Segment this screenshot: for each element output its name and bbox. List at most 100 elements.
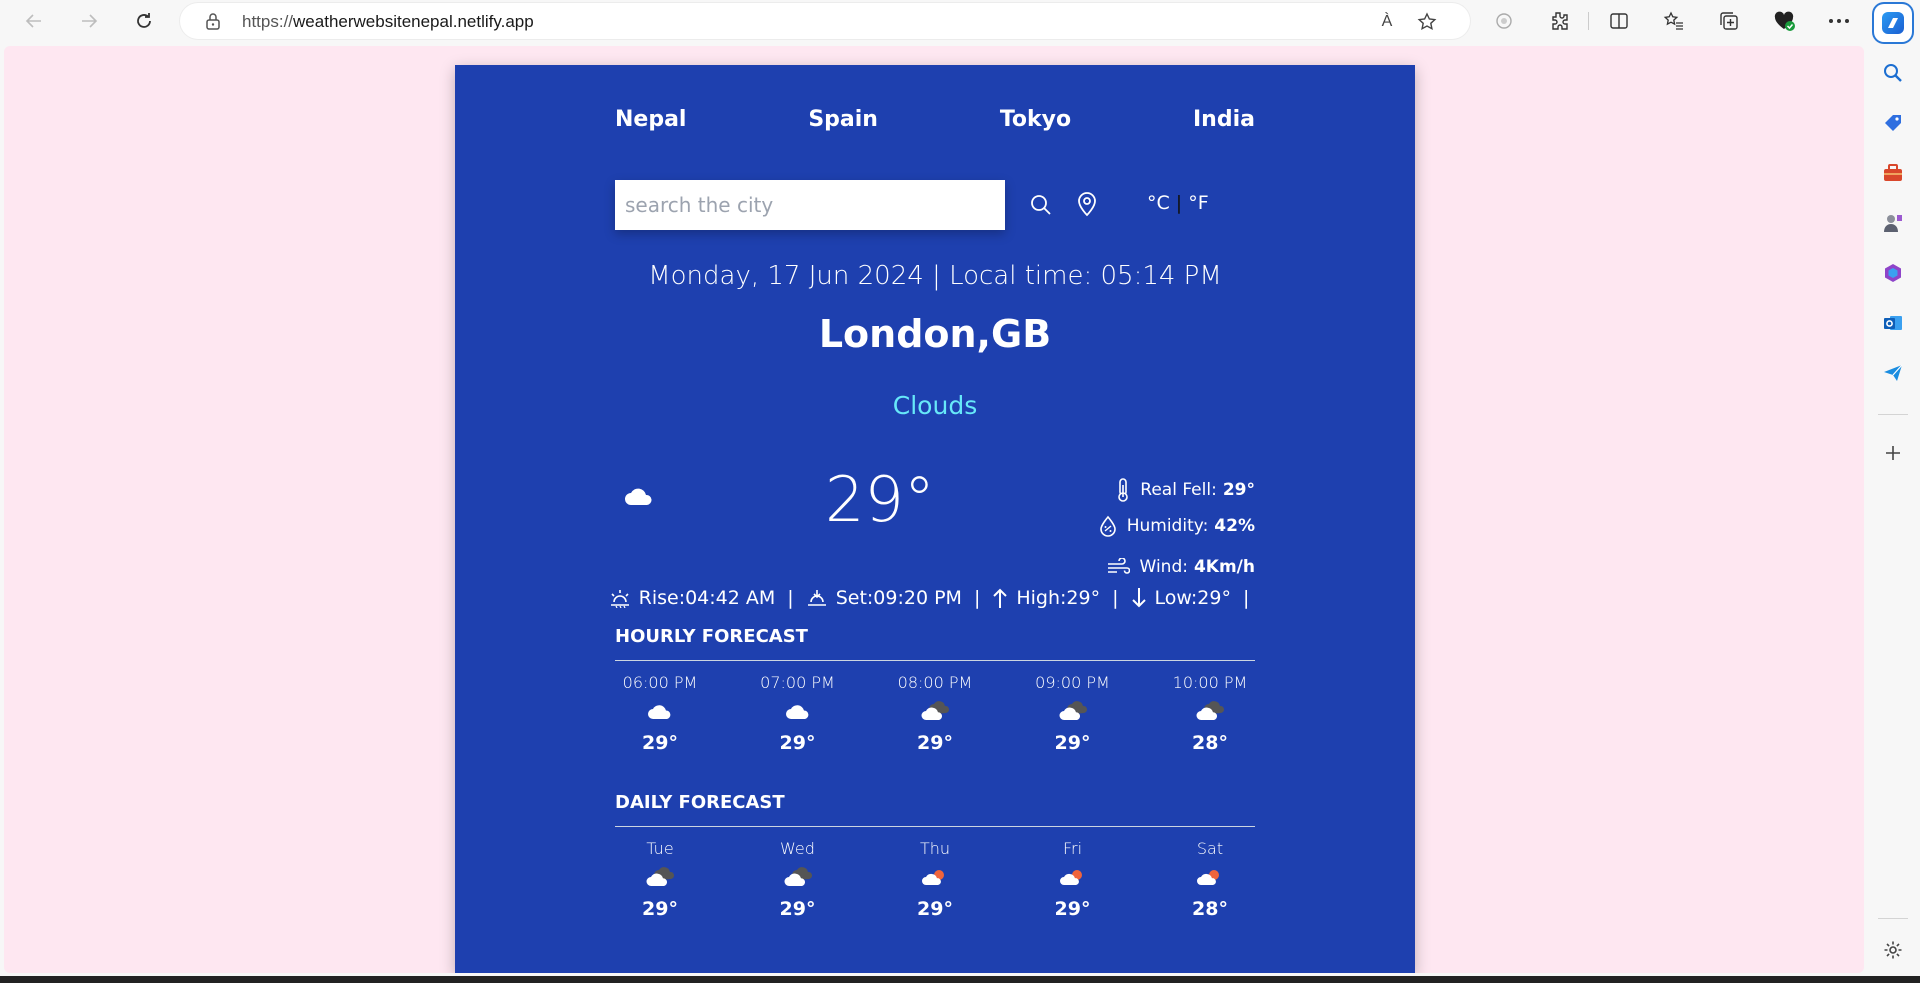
broken-clouds-icon <box>753 858 843 898</box>
separator: | <box>973 587 981 609</box>
tracking-prevention-icon[interactable] <box>1492 10 1516 32</box>
unit-separator: | <box>1175 192 1183 214</box>
daily-forecast-label: Thu <box>919 839 951 858</box>
hourly-forecast-temp: 28° <box>1192 732 1228 754</box>
hourly-forecast-temp: 29° <box>917 732 953 754</box>
taskbar-edge <box>0 976 1920 983</box>
thermometer-icon <box>1118 478 1129 502</box>
back-button[interactable] <box>20 8 48 34</box>
daily-forecast-item: Fri 29° <box>1028 839 1118 920</box>
browser-essentials-icon[interactable] <box>1772 10 1796 32</box>
wind-icon <box>1107 558 1130 574</box>
hourly-forecast-label: 10:00 PM <box>1172 673 1248 692</box>
daily-forecast-temp: 29° <box>779 898 816 920</box>
cloud-icon <box>625 488 652 505</box>
sunrise-text: Rise:04:42 AM <box>638 587 776 609</box>
hourly-forecast-title: HOURLY FORECAST <box>615 626 808 647</box>
separator: | <box>1242 587 1250 609</box>
sidebar-shopping-icon[interactable] <box>1880 110 1906 136</box>
city-search-input[interactable] <box>615 180 1005 230</box>
refresh-button[interactable] <box>130 8 158 34</box>
city-button-nepal[interactable]: Nepal <box>615 107 686 132</box>
location-pin-icon[interactable] <box>1075 191 1099 217</box>
extensions-icon[interactable] <box>1547 10 1571 32</box>
favorites-icon[interactable] <box>1662 10 1686 32</box>
split-screen-icon[interactable] <box>1607 10 1631 32</box>
sidebar-settings-icon[interactable] <box>1880 937 1906 963</box>
search-icon[interactable] <box>1029 193 1053 217</box>
sidebar-send-icon[interactable] <box>1880 360 1906 386</box>
sunrise-icon <box>610 590 629 608</box>
current-temperature: 29° <box>825 463 935 536</box>
hourly-divider <box>615 660 1255 661</box>
broken-clouds-icon <box>1028 692 1118 732</box>
more-menu-icon[interactable] <box>1827 10 1851 32</box>
daily-forecast-temp: 28° <box>1192 898 1228 920</box>
hourly-forecast-temp: 29° <box>779 732 816 754</box>
separator: | <box>787 587 794 609</box>
sidebar-outlook-icon[interactable] <box>1880 310 1906 336</box>
forward-button[interactable] <box>75 8 103 34</box>
humidity-value: 42% <box>1214 516 1255 536</box>
low-temp-item: Low:29° <box>1131 587 1231 609</box>
daily-forecast-item: Tue 29° <box>615 839 705 920</box>
browser-toolbar: https://weatherwebsitenepal.netlify.app … <box>0 0 1920 42</box>
cloud-icon <box>753 692 843 732</box>
weather-card: Nepal Spain Tokyo India °C|°F Monday, 17… <box>455 65 1415 973</box>
arrow-down-icon <box>1131 588 1146 608</box>
cloud-icon <box>615 692 705 732</box>
wind-value: 4Km/h <box>1193 557 1255 577</box>
hourly-forecast-temp: 29° <box>1054 732 1091 754</box>
weather-condition: Clouds <box>892 391 978 420</box>
high-temp-text: High:29° <box>1016 587 1101 609</box>
daily-forecast-label: Sat <box>1196 839 1224 858</box>
daily-forecast-temp: 29° <box>917 898 953 920</box>
daily-forecast-label: Fri <box>1062 839 1083 858</box>
sunset-text: Set:09:20 PM <box>835 587 962 609</box>
broken-clouds-icon <box>890 692 980 732</box>
sidebar-search-icon[interactable] <box>1880 60 1906 86</box>
copilot-button[interactable] <box>1874 4 1912 42</box>
page-viewport: Nepal Spain Tokyo India °C|°F Monday, 17… <box>4 46 1864 973</box>
collections-icon[interactable] <box>1717 10 1741 32</box>
lock-icon[interactable] <box>204 12 222 30</box>
arrow-up-icon <box>993 588 1008 608</box>
fahrenheit-button[interactable]: °F <box>1188 192 1208 214</box>
few-clouds-sun-icon <box>1165 858 1255 898</box>
separator: | <box>1112 587 1119 609</box>
sidebar-tools-icon[interactable] <box>1880 160 1906 186</box>
sunset-item: Set:09:20 PM <box>806 587 962 609</box>
refresh-icon <box>137 13 151 28</box>
sidebar-add-icon[interactable] <box>1880 440 1906 466</box>
real-feel-label: Real Fell: <box>1140 480 1217 500</box>
city-button-spain[interactable]: Spain <box>808 107 878 132</box>
hourly-forecast-label: 07:00 PM <box>760 673 835 692</box>
favorite-star-icon[interactable] <box>1416 11 1438 33</box>
city-button-india[interactable]: India <box>1193 107 1255 132</box>
address-bar[interactable]: https://weatherwebsitenepal.netlify.app … <box>180 3 1470 39</box>
edge-sidebar <box>1866 0 1920 983</box>
city-button-tokyo[interactable]: Tokyo <box>1000 107 1071 132</box>
search-row: °C|°F <box>615 180 1255 230</box>
low-temp-text: Low:29° <box>1154 587 1231 609</box>
broken-clouds-icon <box>1165 692 1255 732</box>
local-datetime: Monday, 17 Jun 2024 | Local time: 05:14 … <box>648 261 1222 291</box>
wind-row: Wind: 4Km/h <box>1106 557 1255 577</box>
daily-divider <box>615 826 1255 827</box>
daily-forecast-item: Sat 28° <box>1165 839 1255 920</box>
read-aloud-icon[interactable]: À <box>1376 11 1398 33</box>
location-title: London,GB <box>818 312 1052 356</box>
unit-toggle: °C | °F <box>1147 192 1209 214</box>
celsius-button[interactable]: °C <box>1147 192 1170 214</box>
forward-arrow-icon <box>82 14 98 28</box>
sidebar-games-icon[interactable] <box>1880 210 1906 236</box>
hourly-forecast-item: 10:00 PM 28° <box>1165 673 1255 754</box>
real-feel-value: 29° <box>1222 480 1255 500</box>
sun-info-row: Rise:04:42 AM | Set:09:20 PM | High:29° … <box>455 587 1415 609</box>
daily-forecast-temp: 29° <box>1054 898 1091 920</box>
city-nav: Nepal Spain Tokyo India <box>615 107 1255 132</box>
url-text[interactable]: https://weatherwebsitenepal.netlify.app <box>242 12 534 32</box>
sidebar-microsoft365-icon[interactable] <box>1880 260 1906 286</box>
humidity-drop-icon <box>1099 515 1116 537</box>
hourly-forecast-temp: 29° <box>642 732 678 754</box>
